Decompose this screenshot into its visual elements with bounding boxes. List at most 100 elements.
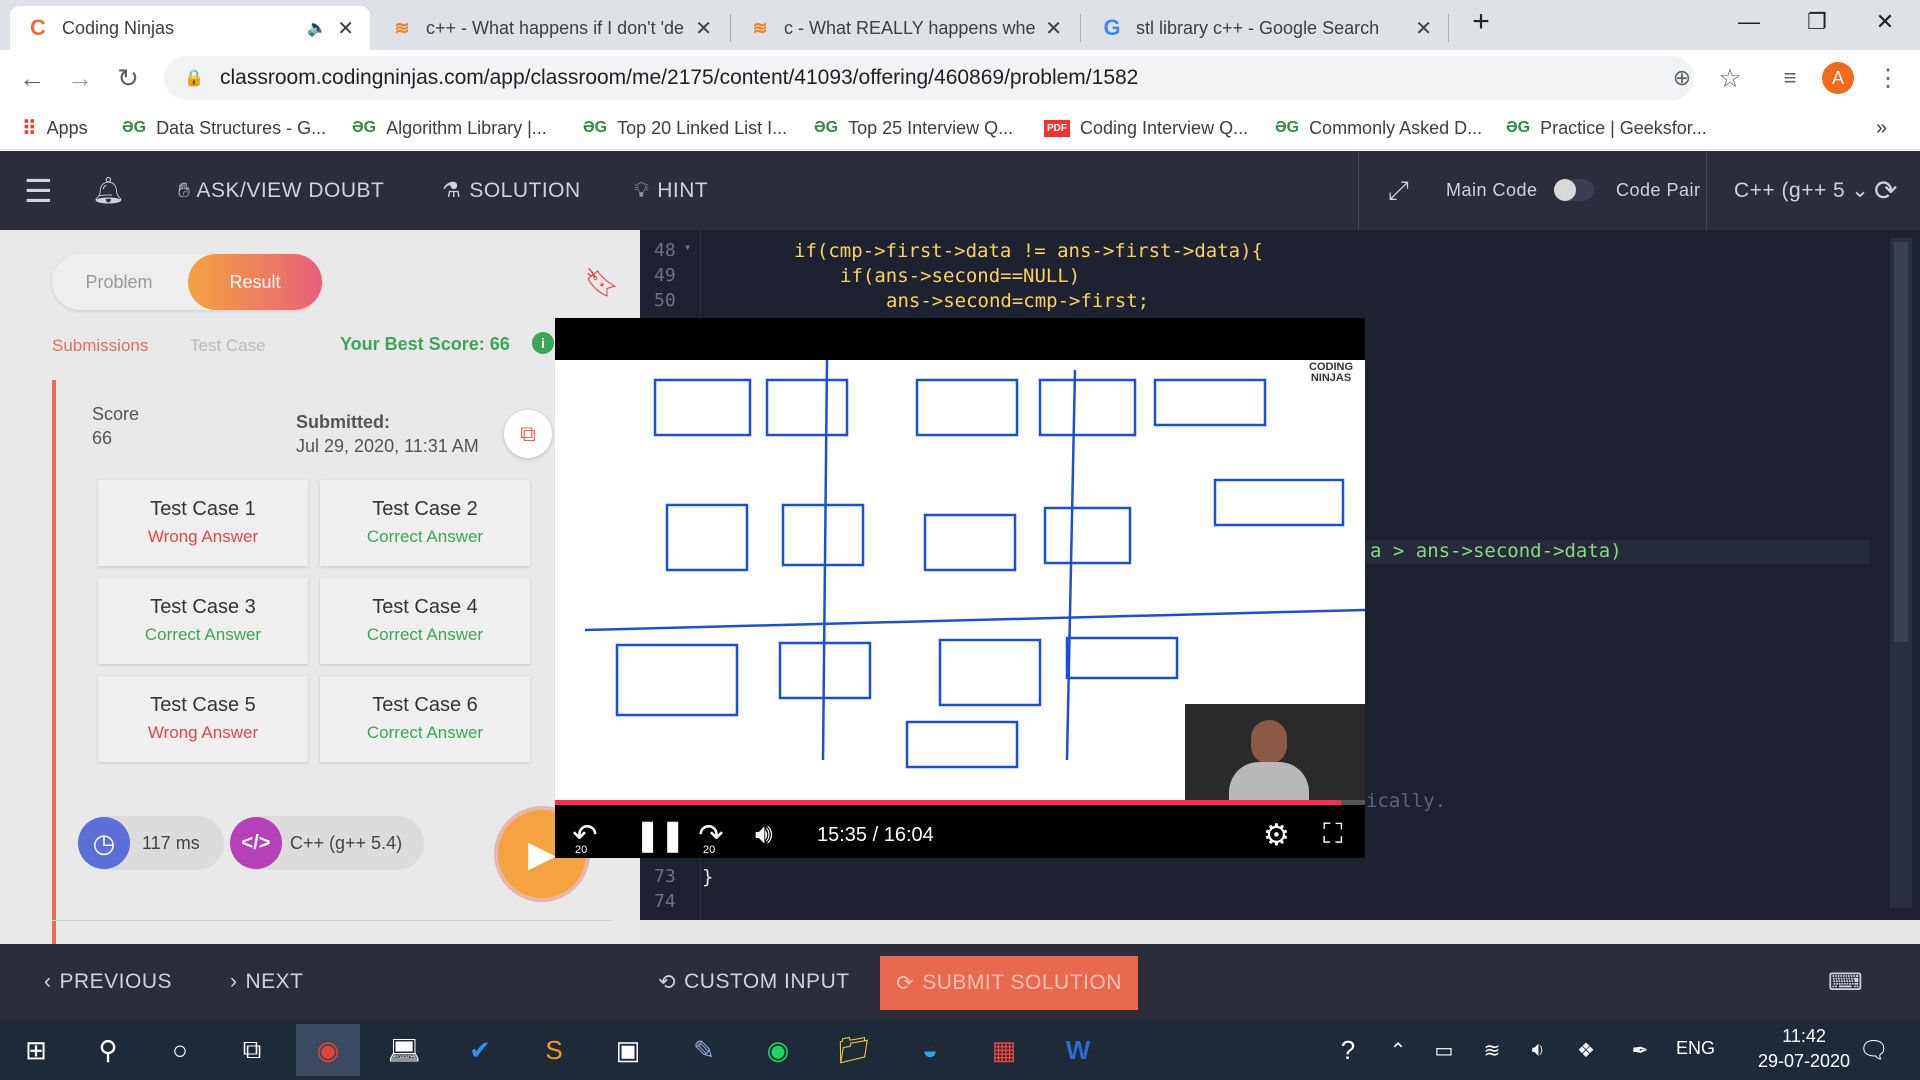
desktop-app-icon[interactable]: 💻︎ <box>380 1028 428 1072</box>
video-player[interactable]: CODING NINJAS ↶ 20 ❚❚ ↷ 20 🔊︎ 15:35 / 16… <box>555 318 1365 858</box>
solution-button[interactable]: ⚗︎ SOLUTION <box>442 151 581 230</box>
ask-doubt-button[interactable]: ✋︎ ASK/VIEW DOUBT <box>178 151 384 230</box>
bookmark-icon[interactable]: 🔖︎ <box>584 266 620 299</box>
scrollbar-thumb[interactable] <box>1894 242 1908 642</box>
close-tab-icon[interactable]: ✕ <box>1415 16 1432 41</box>
spotify-icon[interactable]: ◉ <box>754 1028 802 1072</box>
bookmark-item[interactable]: ƏG Top 25 Interview Q... <box>814 114 1013 142</box>
previous-button[interactable]: ‹ PREVIOUS <box>44 944 172 1020</box>
pause-button[interactable]: ❚❚ <box>635 818 685 853</box>
address-bar[interactable]: 🔒 classroom.codingninjas.com/app/classro… <box>164 56 1694 100</box>
pen-icon[interactable]: ✒ <box>1616 1028 1664 1072</box>
windows-start-icon[interactable]: ⊞ <box>12 1028 60 1072</box>
close-tab-icon[interactable]: ✕ <box>695 16 712 41</box>
settings-gear-icon[interactable]: ⚙ <box>1263 818 1290 853</box>
next-button[interactable]: › NEXT <box>230 944 304 1020</box>
video-progress-bar[interactable] <box>555 800 1365 805</box>
sublime-text-icon[interactable]: S <box>530 1028 578 1072</box>
tab-problem[interactable]: Problem <box>52 254 186 310</box>
clock[interactable]: 11:42 29-07-2020 <box>1754 1026 1854 1072</box>
view-code-icon[interactable]: ⧉ <box>504 410 552 458</box>
tab-google-search[interactable]: G stl library c++ - Google Search ✕ <box>1084 6 1448 50</box>
test-case-card[interactable]: Test Case 1 Wrong Answer <box>98 480 308 566</box>
main-code-label: Main Code <box>1446 180 1538 200</box>
info-icon[interactable]: i <box>532 332 554 354</box>
wifi-icon[interactable]: ≋ <box>1468 1028 1516 1072</box>
chrome-taskbar-icon[interactable]: ◉ <box>296 1024 360 1076</box>
tab-stackoverflow-1[interactable]: ≋ c++ - What happens if I don't 'de ✕ <box>374 6 728 50</box>
bookmark-item[interactable]: ƏG Practice | Geeksfor... <box>1506 114 1707 142</box>
fullscreen-icon[interactable]: ⛶ <box>1323 818 1343 851</box>
custom-input-button[interactable]: ⟲ CUSTOM INPUT <box>658 944 850 1020</box>
fullscreen-editor-icon[interactable]: ⤢ <box>1388 151 1409 230</box>
office-app-icon[interactable]: ▦ <box>980 1028 1028 1072</box>
close-tab-icon[interactable]: ✕ <box>337 16 354 41</box>
fold-icon[interactable]: ▾ <box>684 240 691 254</box>
todo-icon[interactable]: ✔ <box>456 1028 504 1072</box>
codeblocks-icon[interactable]: ▣ <box>604 1028 652 1072</box>
horizontal-scrollbar[interactable] <box>640 920 1920 944</box>
cortana-icon[interactable]: ○ <box>156 1028 204 1072</box>
new-tab-button[interactable]: + <box>1446 0 1516 44</box>
bookmark-star-icon[interactable]: ☆ <box>1712 60 1748 96</box>
tab-result[interactable]: Result <box>188 254 322 310</box>
close-window-button[interactable]: ✕ <box>1850 0 1920 44</box>
dropbox-icon[interactable]: ❖ <box>1562 1028 1610 1072</box>
code-icon: </> <box>230 817 282 869</box>
bookmark-apps[interactable]: ⠿ Apps <box>22 114 88 142</box>
gfg-icon: ƏG <box>814 119 839 136</box>
search-icon[interactable]: ⚲ <box>84 1028 132 1072</box>
code-line-49: if(ans->second==NULL) <box>840 265 1081 287</box>
test-case-card[interactable]: Test Case 3 Correct Answer <box>98 578 308 664</box>
test-case-card[interactable]: Test Case 6 Correct Answer <box>320 676 530 762</box>
forward-button[interactable]: → <box>62 60 98 96</box>
keyboard-icon[interactable]: ⌨ <box>1828 944 1863 1020</box>
tab-test-case[interactable]: Test Case <box>190 336 266 356</box>
submit-solution-button[interactable]: ⟳ SUBMIT SOLUTION <box>880 956 1138 1010</box>
bookmark-item[interactable]: ƏG Commonly Asked D... <box>1275 114 1482 142</box>
volume-icon[interactable]: 🔊︎ <box>755 818 773 851</box>
input-language[interactable]: ENG <box>1676 1038 1715 1059</box>
tab-coding-ninjas[interactable]: C Coding Ninjas 🔈 ✕ <box>10 6 370 50</box>
bookmark-item[interactable]: ƏG Data Structures - G... <box>122 114 326 142</box>
test-case-card[interactable]: Test Case 4 Correct Answer <box>320 578 530 664</box>
tab-submissions[interactable]: Submissions <box>52 336 148 356</box>
close-tab-icon[interactable]: ✕ <box>1045 16 1062 41</box>
test-case-card[interactable]: Test Case 5 Wrong Answer <box>98 676 308 762</box>
vertical-scrollbar[interactable] <box>1890 238 1912 908</box>
help-icon[interactable]: ? <box>1324 1028 1372 1072</box>
tray-chevron-icon[interactable]: ⌃ <box>1374 1028 1422 1072</box>
restore-button[interactable]: ❐ <box>1782 0 1852 44</box>
notepad-icon[interactable]: ✎ <box>680 1028 728 1072</box>
language-select[interactable]: C++ (g++ 5 ⌄ <box>1734 151 1869 230</box>
file-explorer-icon[interactable]: 📁︎ <box>830 1028 878 1072</box>
avatar[interactable]: A <box>1822 62 1854 94</box>
kebab-menu-icon[interactable]: ⋮ <box>1870 60 1906 96</box>
media-control-icon[interactable]: ≡ <box>1772 60 1808 96</box>
speaker-icon[interactable]: 🔈 <box>307 18 327 38</box>
volume-tray-icon[interactable]: 🔉︎ <box>1514 1028 1562 1072</box>
test-case-status: Correct Answer <box>366 625 484 644</box>
bookmark-item[interactable]: ƏG Algorithm Library |... <box>352 114 547 142</box>
word-icon[interactable]: W <box>1054 1028 1102 1072</box>
gfg-icon: ƏG <box>583 119 608 136</box>
minimize-button[interactable]: — <box>1714 0 1784 44</box>
bookmark-item[interactable]: ƏG Top 20 Linked List I... <box>583 114 787 142</box>
more-bookmarks-button[interactable]: » <box>1876 114 1887 142</box>
tab-stackoverflow-2[interactable]: ≋ c - What REALLY happens when y ✕ <box>732 6 1078 50</box>
test-case-status: Correct Answer <box>366 527 484 546</box>
code-pair-toggle[interactable] <box>1554 179 1594 201</box>
task-view-icon[interactable]: ⧉ <box>228 1028 276 1072</box>
bookmark-item[interactable]: PDF Coding Interview Q... <box>1044 114 1248 142</box>
bell-icon[interactable]: 🔔︎ <box>92 151 126 230</box>
reload-button[interactable]: ↻ <box>110 60 146 96</box>
add-icon[interactable]: ⊕ <box>1664 60 1700 96</box>
back-button[interactable]: ← <box>14 60 50 96</box>
battery-icon[interactable]: ▭ <box>1420 1028 1468 1072</box>
hamburger-menu-icon[interactable]: ☰ <box>24 151 53 230</box>
hint-button[interactable]: 💡︎ HINT <box>634 151 708 230</box>
refresh-icon[interactable]: ⟳ <box>1874 151 1898 230</box>
test-case-card[interactable]: Test Case 2 Correct Answer <box>320 480 530 566</box>
edge-icon[interactable]: ◒ <box>906 1028 954 1072</box>
notifications-icon[interactable]: 🗨︎ <box>1850 1028 1898 1072</box>
